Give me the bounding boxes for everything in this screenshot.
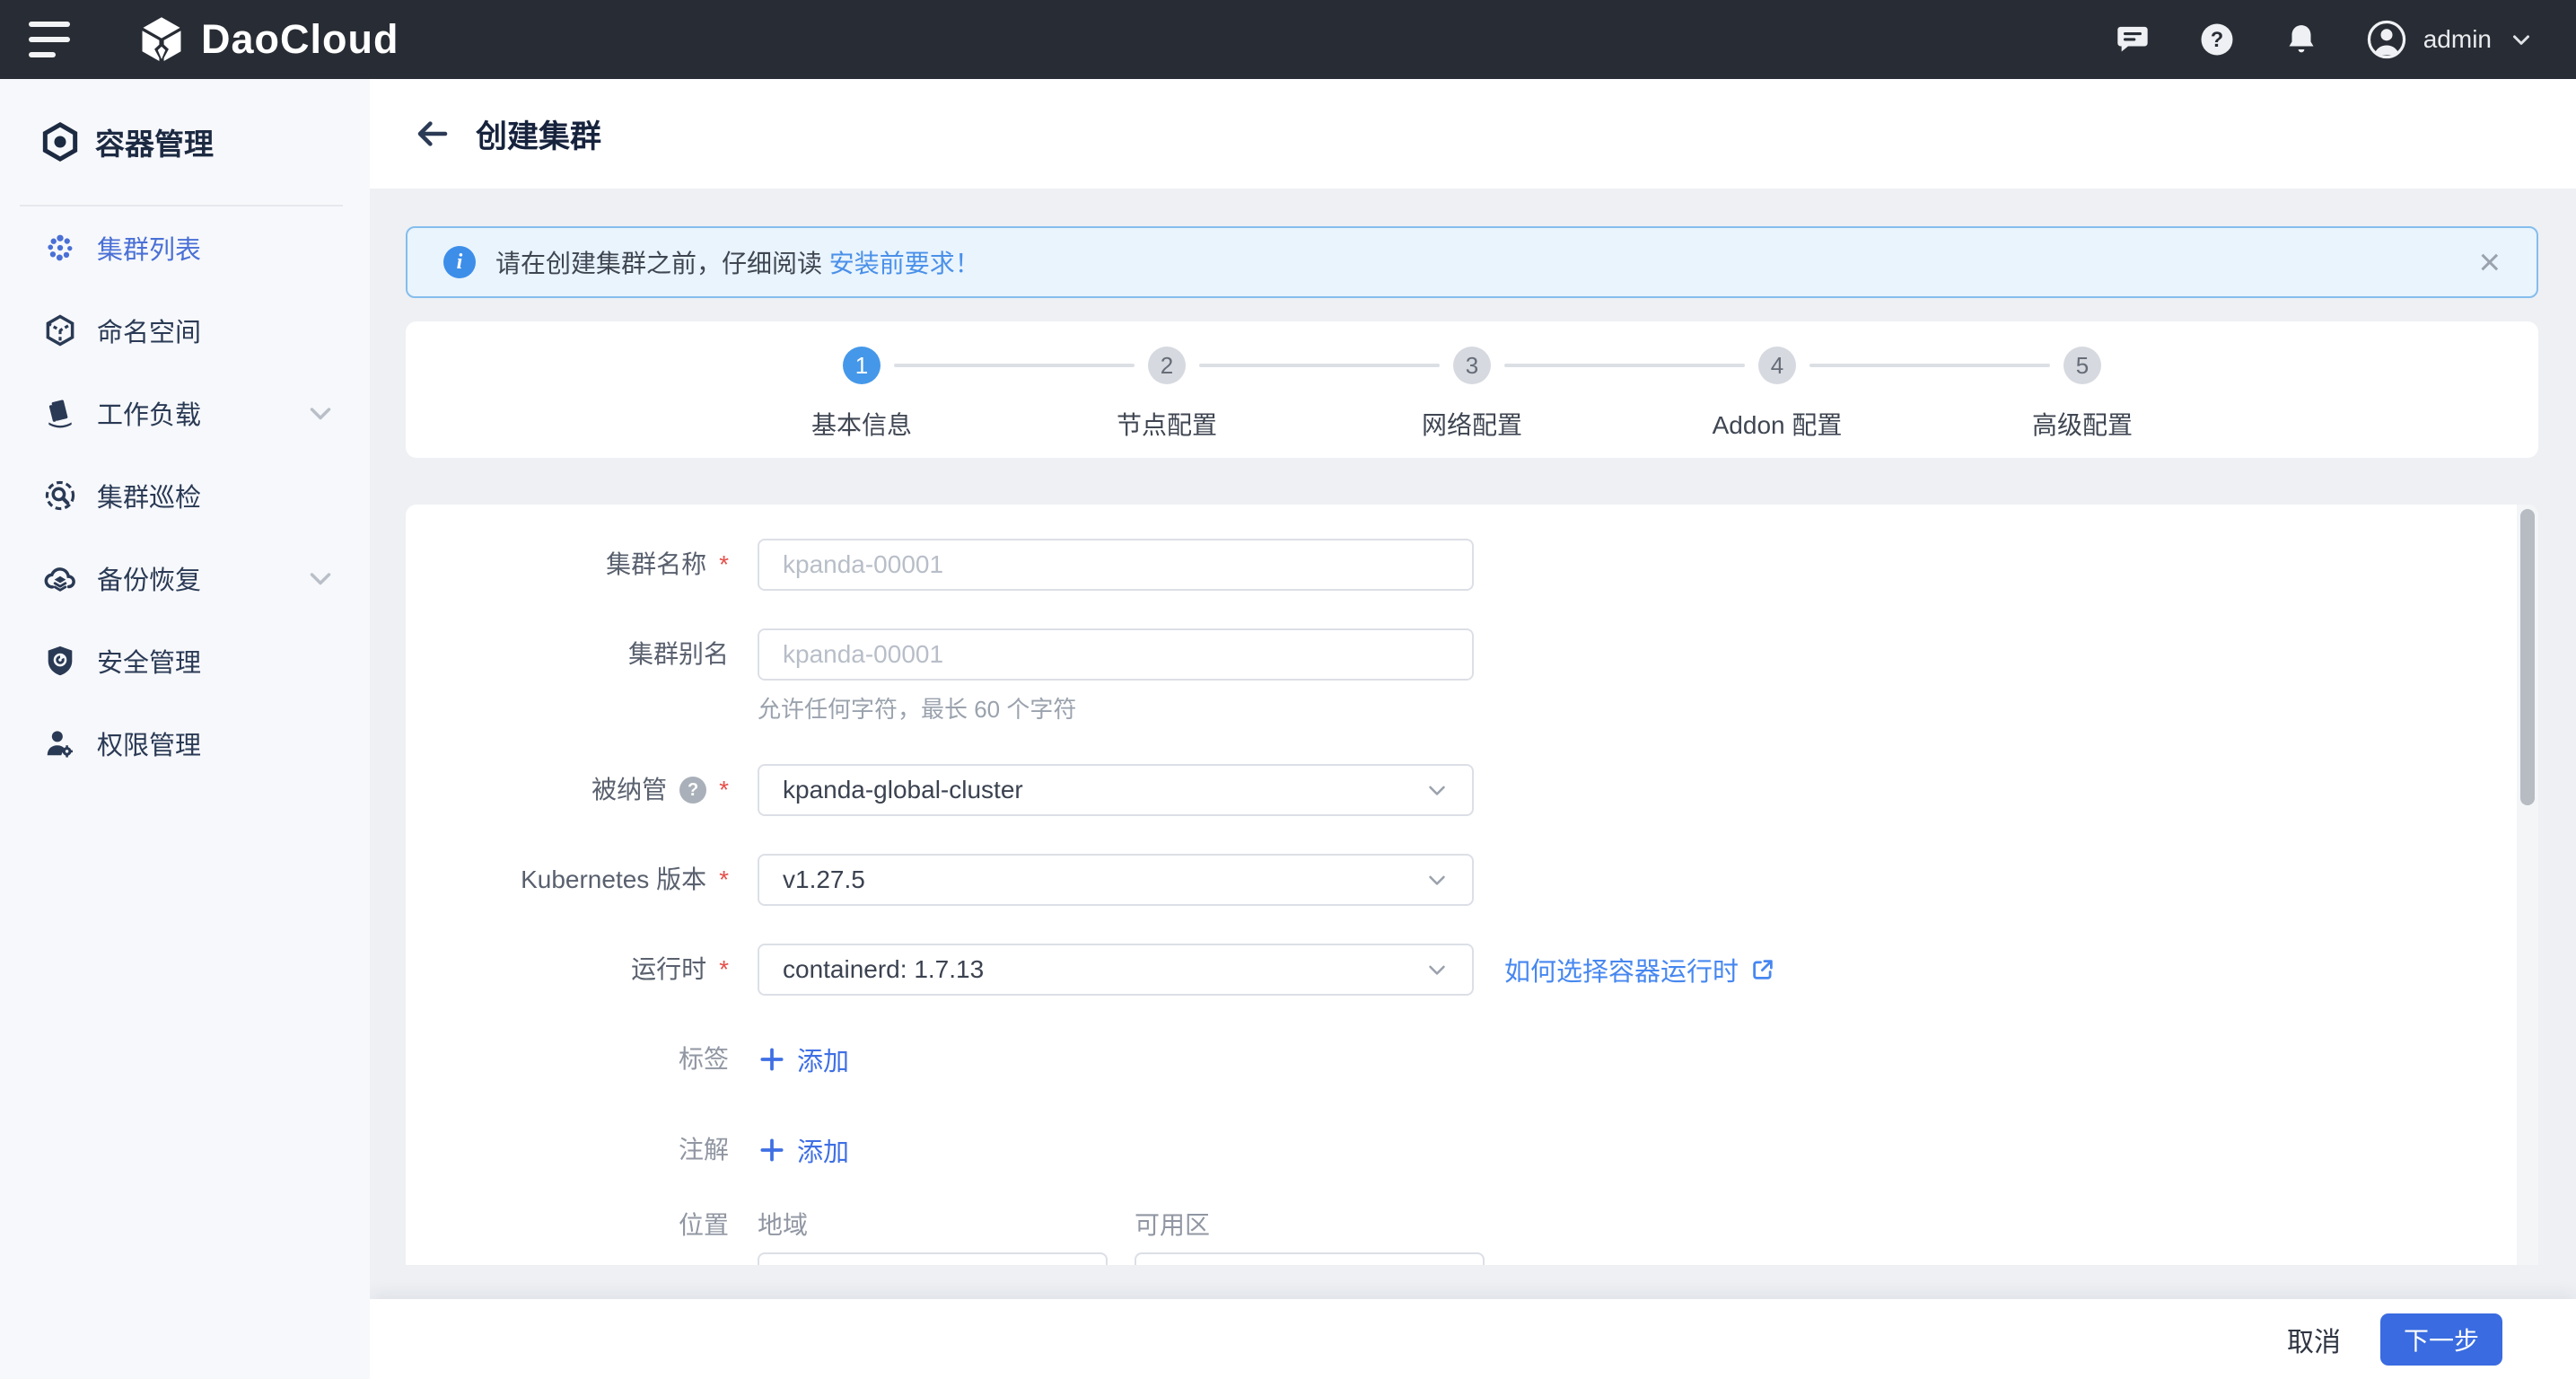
basic-info-form: 集群名称* 集群别名 允许任何字符，最长 60 个字符 被纳管 ? * kpan…: [406, 505, 2538, 1265]
cluster-list-icon: [48, 234, 73, 261]
managed-by-label: 被纳管 ? *: [591, 776, 729, 804]
managed-by-select[interactable]: kpanda-global-cluster: [758, 764, 1474, 816]
cluster-name-input[interactable]: [758, 539, 1474, 591]
location-label: 位置: [678, 1211, 729, 1239]
wizard-footer: 取消 下一步: [370, 1299, 2576, 1379]
cancel-button[interactable]: 取消: [2287, 1320, 2341, 1359]
k8s-version-select[interactable]: v1.27.5: [758, 854, 1474, 906]
runtime-label: 运行时 *: [631, 955, 729, 983]
next-step-button[interactable]: 下一步: [2380, 1313, 2502, 1366]
banner-text: 请在创建集群之前，仔细阅读 安装前要求！: [495, 250, 980, 277]
runtime-select[interactable]: containerd: 1.7.13: [758, 944, 1474, 996]
username: admin: [2423, 25, 2492, 53]
page-header: 创建集群: [370, 79, 2576, 189]
sidebar-item-cluster-inspection[interactable]: 集群巡检: [0, 454, 370, 537]
wizard-stepper: 1 基本信息 2 节点配置 3 网络配置 4 Addon 配置 5 高级配置: [406, 321, 2538, 458]
sidebar-item-permissions[interactable]: 权限管理: [0, 702, 370, 785]
sidebar-item-workloads[interactable]: 工作负载: [0, 372, 370, 454]
workloads-icon: [48, 400, 72, 428]
add-annotation-button[interactable]: 添加: [758, 1130, 849, 1170]
cluster-inspection-icon: [45, 480, 75, 511]
region-select[interactable]: [758, 1252, 1108, 1265]
pre-install-requirements-link[interactable]: 安装前要求！: [829, 250, 980, 277]
namespace-icon: [46, 314, 74, 347]
info-icon: i: [443, 246, 476, 278]
sidebar-item-cluster-list[interactable]: 集群列表: [0, 206, 370, 289]
cluster-name-label: 集群名称 *: [606, 550, 729, 578]
info-banner: i 请在创建集群之前，仔细阅读 安装前要求！ ×: [406, 226, 2538, 298]
daocloud-logo-icon: [142, 17, 181, 63]
container-management-icon: [42, 121, 78, 162]
chevron-down-icon: [310, 573, 331, 585]
content-area: i 请在创建集群之前，仔细阅读 安装前要求！ × 1 基本信息 2 节点配置 3…: [370, 189, 2576, 1379]
avatar: [2367, 20, 2405, 59]
notifications-bell-icon[interactable]: [2282, 20, 2321, 59]
brand-name: DaoCloud: [201, 16, 399, 62]
messages-icon[interactable]: [2113, 20, 2152, 59]
cluster-alias-label: 集群别名: [627, 640, 729, 668]
annotations-label: 注解: [678, 1136, 729, 1164]
sidebar: 容器管理 集群列表 命名空间 工作负载 集群巡检 备份恢复 安全管理 权限管理: [0, 79, 370, 1379]
plus-icon: [760, 1138, 784, 1162]
help-icon[interactable]: ?: [2197, 20, 2237, 59]
back-button[interactable]: [413, 114, 452, 154]
zone-select[interactable]: [1135, 1252, 1485, 1265]
step-advanced-config[interactable]: 5 高级配置: [1809, 347, 2235, 458]
topbar: DaoCloud ? admin: [0, 0, 2576, 79]
select-chevron-icon: [1429, 786, 1445, 795]
brand-logo[interactable]: DaoCloud: [136, 14, 399, 65]
permissions-user-icon: [47, 731, 73, 758]
backup-restore-icon: [44, 567, 75, 592]
runtime-doc-link[interactable]: 如何选择容器运行时: [1504, 951, 1776, 988]
user-menu[interactable]: admin: [2366, 19, 2535, 60]
chevron-down-icon: [2513, 35, 2529, 45]
sidebar-item-security[interactable]: 安全管理: [0, 619, 370, 702]
chevron-down-icon: [310, 408, 331, 420]
cluster-alias-input[interactable]: [758, 628, 1474, 681]
security-shield-icon: [48, 646, 73, 676]
hamburger-menu-icon[interactable]: [29, 22, 70, 57]
sidebar-item-backup-restore[interactable]: 备份恢复: [0, 537, 370, 619]
select-chevron-icon: [1429, 875, 1445, 885]
banner-close-icon[interactable]: ×: [2478, 243, 2501, 281]
add-label-button[interactable]: 添加: [758, 1040, 849, 1079]
page-title: 创建集群: [476, 119, 602, 154]
sidebar-item-namespace[interactable]: 命名空间: [0, 289, 370, 372]
form-scrollbar-track[interactable]: [2517, 505, 2538, 1265]
cluster-alias-hint: 允许任何字符，最长 60 个字符: [758, 696, 1077, 723]
plus-icon: [760, 1048, 784, 1071]
zone-label: 可用区: [1135, 1211, 1211, 1239]
external-link-icon: [1753, 960, 1773, 979]
region-label: 地域: [758, 1211, 809, 1239]
svg-text:?: ?: [2211, 29, 2223, 52]
form-scrollbar-thumb[interactable]: [2520, 509, 2535, 805]
select-chevron-icon: [1429, 965, 1445, 975]
labels-label: 标签: [678, 1045, 729, 1073]
k8s-version-label: Kubernetes 版本 *: [521, 865, 729, 893]
managed-by-help-icon[interactable]: ?: [679, 777, 707, 804]
back-arrow-icon: [417, 121, 448, 146]
sidebar-group-title: 容器管理: [0, 79, 370, 205]
